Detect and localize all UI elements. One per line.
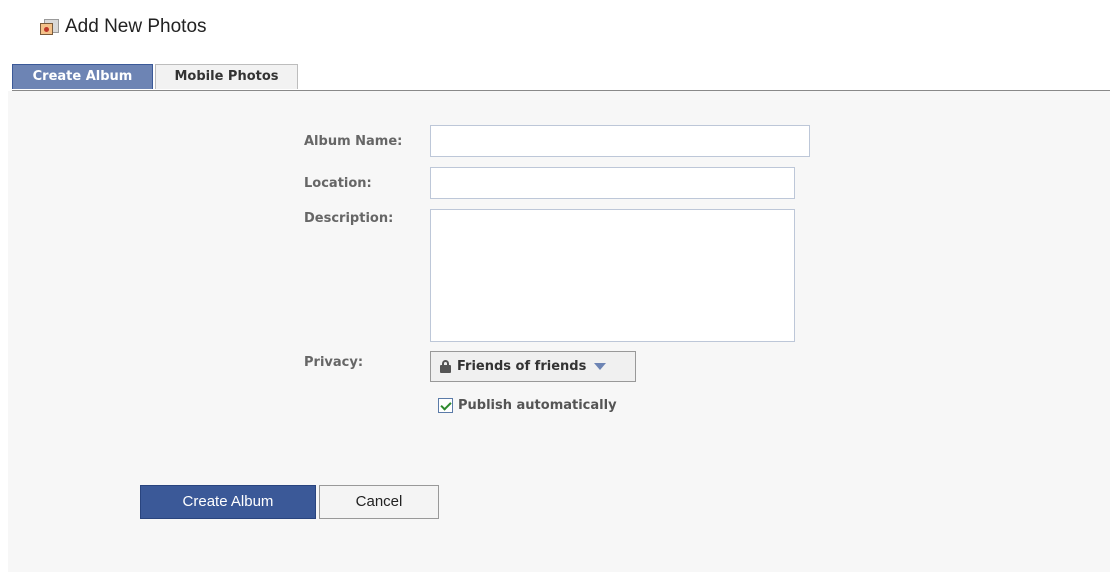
- description-textarea[interactable]: [430, 209, 795, 342]
- publish-checkbox[interactable]: [438, 398, 453, 413]
- album-name-label: Album Name:: [304, 134, 403, 149]
- tab-bar: Create Album Mobile Photos: [12, 64, 1110, 91]
- create-album-button[interactable]: Create Album: [140, 485, 316, 519]
- chevron-down-icon: [594, 363, 607, 370]
- page-title: Add New Photos: [65, 16, 207, 37]
- page-header: Add New Photos: [40, 14, 207, 40]
- location-input[interactable]: [430, 167, 795, 199]
- cancel-button[interactable]: Cancel: [319, 485, 439, 519]
- tab-create-album[interactable]: Create Album: [12, 64, 153, 89]
- privacy-label: Privacy:: [304, 355, 364, 370]
- location-label: Location:: [304, 176, 372, 191]
- publish-automatically-label: Publish automatically: [458, 398, 617, 413]
- privacy-dropdown[interactable]: Friends of friends: [430, 351, 636, 382]
- lock-icon: [440, 360, 451, 373]
- privacy-selected-value: Friends of friends: [457, 359, 587, 374]
- album-name-input[interactable]: [430, 125, 810, 157]
- description-label: Description:: [304, 211, 394, 226]
- create-album-panel: Album Name: Location: Description: Priva…: [8, 91, 1110, 572]
- tab-mobile-photos[interactable]: Mobile Photos: [155, 64, 298, 89]
- check-icon: [439, 398, 452, 411]
- photo-album-icon: [40, 18, 59, 36]
- publish-automatically-option[interactable]: Publish automatically: [438, 398, 617, 413]
